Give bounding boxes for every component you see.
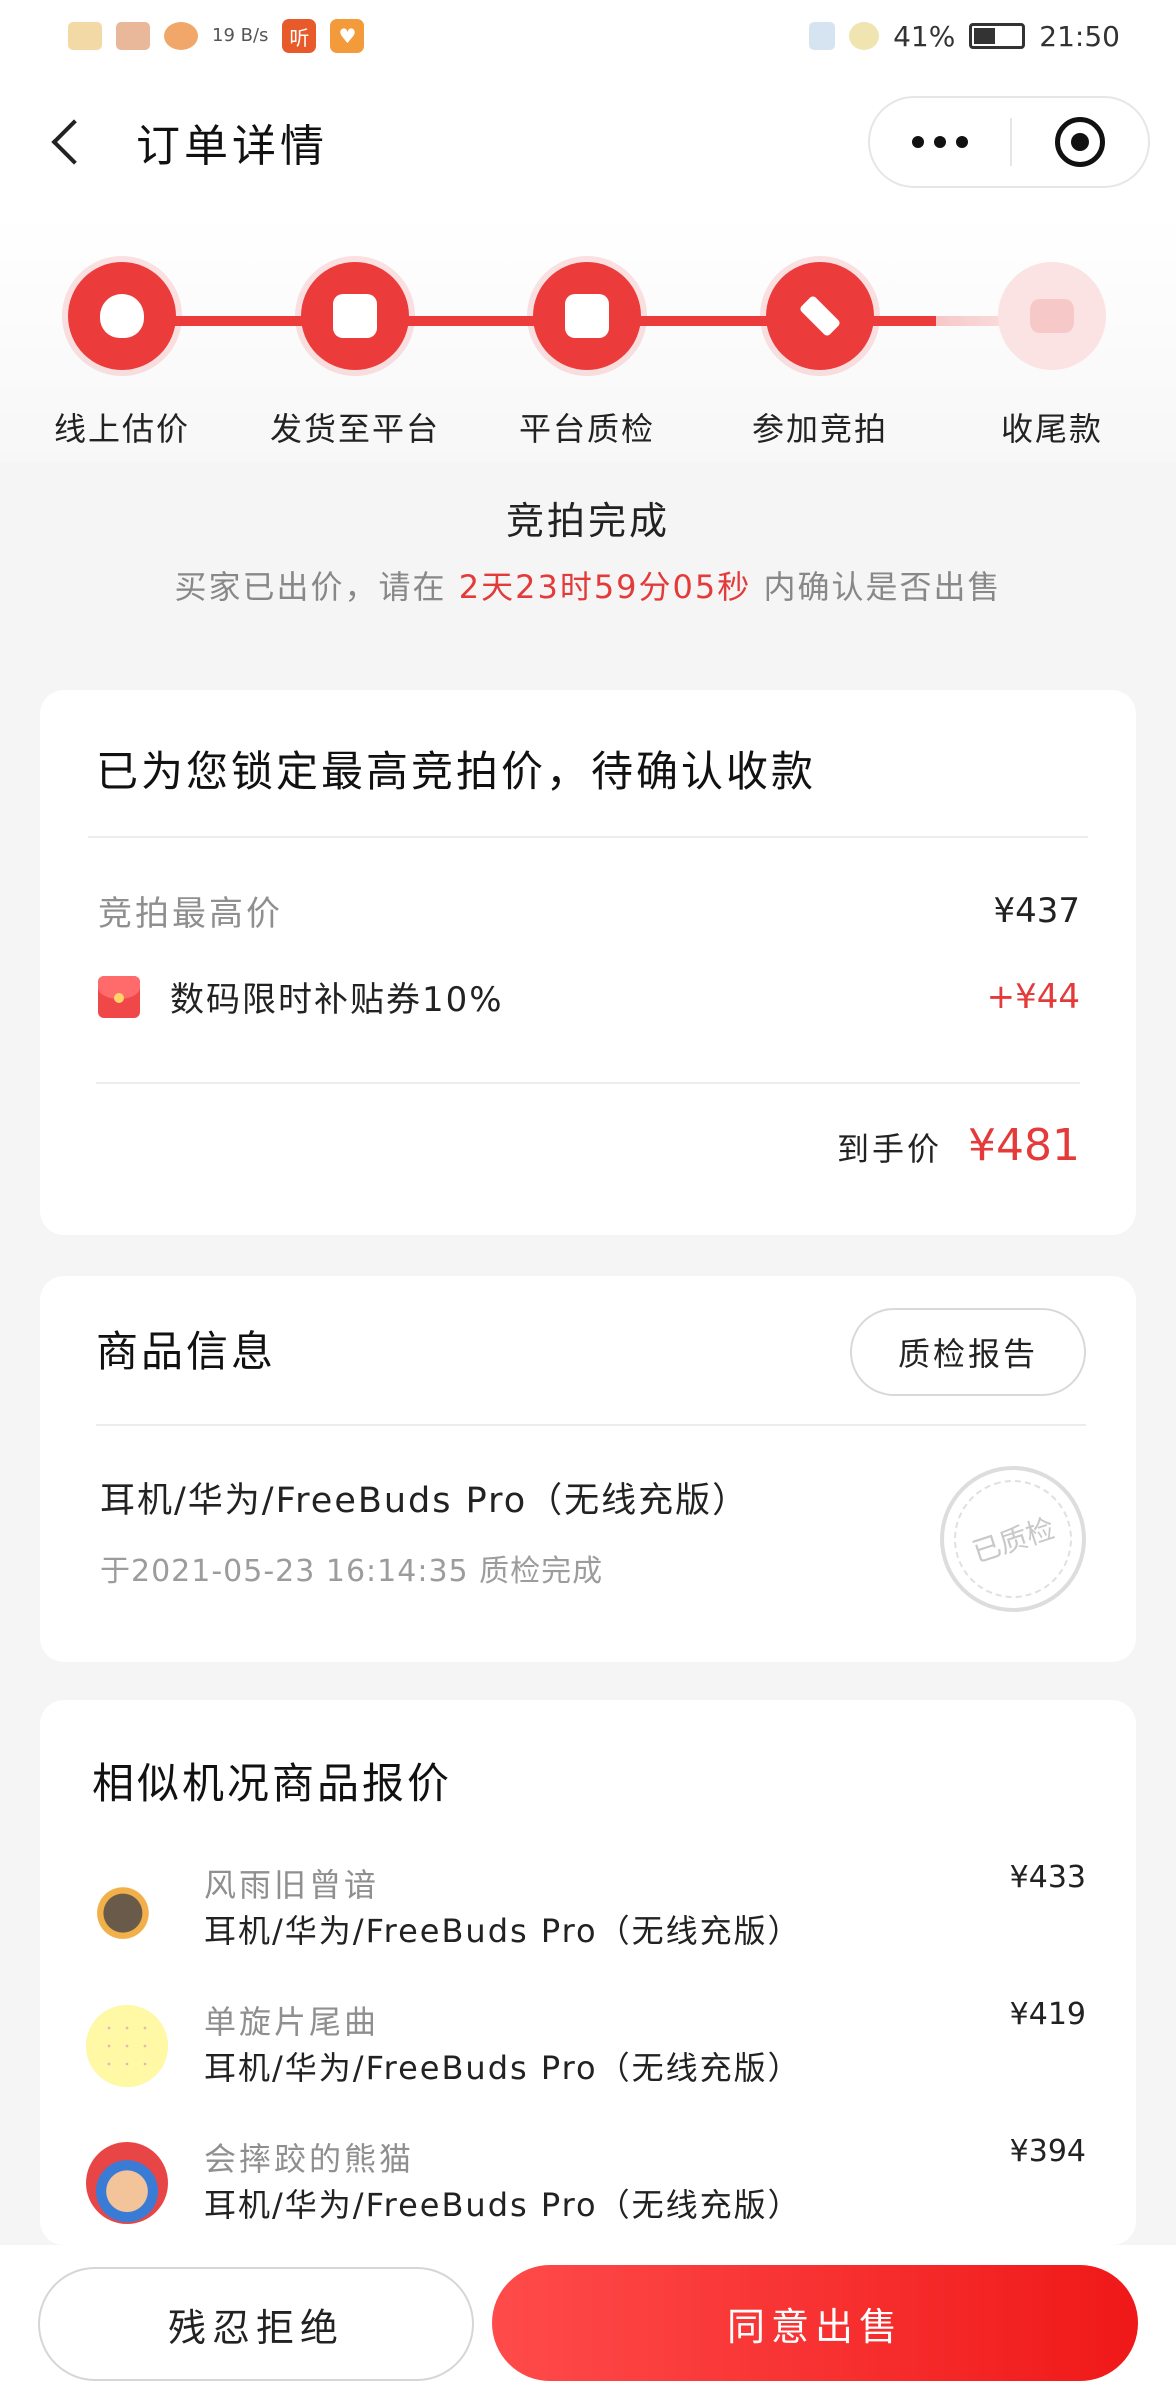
avatar [86, 1868, 168, 1950]
quote-user: 单旋片尾曲 [204, 2003, 380, 2041]
step-platform-inspection: 平台质检 [497, 262, 677, 450]
list-item: 风雨旧曾谙 耳机/华为/FreeBuds Pro（无线充版） ¥433 [86, 1860, 1086, 1970]
coupon-value: +¥44 [986, 976, 1080, 1017]
divider [96, 1424, 1086, 1426]
coupon-label: 数码限时补贴券10% [170, 980, 504, 1020]
auction-hammer-icon [766, 262, 874, 370]
money-bag-icon [68, 262, 176, 370]
accept-sale-button[interactable]: 同意出售 [492, 2265, 1138, 2381]
desc-prefix: 买家已出价，请在 [174, 568, 447, 606]
nav-bar: 订单详情 [0, 72, 1176, 212]
sim-icon [809, 22, 836, 50]
quote-price: ¥433 [1009, 1860, 1086, 1895]
battery-icon [969, 23, 1026, 49]
quote-user: 会摔跤的熊猫 [204, 2140, 415, 2178]
step-label: 平台质检 [518, 410, 655, 448]
avatar [86, 2142, 168, 2224]
house-icon [116, 22, 150, 50]
inspection-report-button[interactable]: 质检报告 [850, 1308, 1086, 1396]
highest-bid-label: 竞拍最高价 [98, 894, 283, 934]
similar-quotes-card: 相似机况商品报价 风雨旧曾谙 耳机/华为/FreeBuds Pro（无线充版） … [40, 1700, 1136, 2245]
page-title: 订单详情 [136, 121, 328, 172]
step-label: 线上估价 [53, 410, 190, 448]
avatar [86, 2005, 168, 2087]
order-progress: 线上估价 发货至平台 平台质检 参加竞拍 收尾款 [0, 212, 1176, 462]
step-label: 收尾款 [1000, 410, 1103, 448]
step-ship-to-platform: 发货至平台 [265, 262, 445, 450]
clock: 21:50 [1039, 19, 1120, 53]
back-arrow-icon[interactable] [40, 112, 100, 172]
target-circle-icon [1055, 117, 1105, 167]
signal-icon [849, 22, 880, 50]
coupon-row: 数码限时补贴券10% +¥44 [98, 972, 1080, 1021]
product-name: 耳机/华为/FreeBuds Pro（无线充版） [100, 1481, 750, 1521]
red-envelope-icon [98, 975, 140, 1018]
quote-product: 耳机/华为/FreeBuds Pro（无线充版） [204, 1912, 802, 1950]
status-left: 19 B/s 听 ♥ [68, 19, 365, 53]
step-label: 参加竞拍 [751, 410, 888, 448]
price-card-title: 已为您锁定最高竞拍价，待确认收款 [96, 747, 817, 796]
final-price-label: 到手价 [837, 1130, 943, 1168]
shipping-box-icon [301, 262, 409, 370]
highest-bid-row: 竞拍最高价 ¥437 [98, 886, 1080, 935]
wallet-icon [998, 262, 1106, 370]
step-label: 发货至平台 [269, 410, 440, 448]
step-final-payment: 收尾款 [962, 262, 1142, 450]
health-app-icon: ♥ [330, 19, 365, 53]
divider [88, 836, 1088, 838]
product-card: 商品信息 质检报告 耳机/华为/FreeBuds Pro（无线充版） 于2021… [40, 1276, 1136, 1662]
quote-product: 耳机/华为/FreeBuds Pro（无线充版） [204, 2049, 802, 2087]
bottom-action-bar: 残忍拒绝 同意出售 [0, 2245, 1176, 2400]
mini-program-capsule [868, 96, 1150, 188]
desc-suffix: 内确认是否出售 [763, 568, 1002, 606]
reject-button[interactable]: 残忍拒绝 [38, 2267, 474, 2381]
countdown-timer: 2天23时59分05秒 [458, 568, 752, 606]
divider [96, 1082, 1080, 1084]
similar-quotes-title: 相似机况商品报价 [92, 1759, 453, 1808]
notification-icon [68, 22, 102, 50]
price-card: 已为您锁定最高竞拍价，待确认收款 竞拍最高价 ¥437 数码限时补贴券10% +… [40, 690, 1136, 1235]
net-speed: 19 B/s [212, 25, 269, 46]
dot-icon [934, 136, 946, 148]
quote-product: 耳机/华为/FreeBuds Pro（无线充版） [204, 2186, 802, 2224]
auction-status-title: 竞拍完成 [505, 499, 670, 543]
product-card-title: 商品信息 [96, 1327, 277, 1376]
list-item: 单旋片尾曲 耳机/华为/FreeBuds Pro（无线充版） ¥419 [86, 1997, 1086, 2107]
listen-app-icon: 听 [282, 19, 317, 53]
highest-bid-value: ¥437 [993, 890, 1080, 931]
step-join-auction: 参加竞拍 [730, 262, 910, 450]
inspection-time: 于2021-05-23 16:14:35 质检完成 [100, 1554, 604, 1589]
step-online-estimate: 线上估价 [32, 262, 212, 450]
final-price-value: ¥481 [968, 1120, 1080, 1171]
quote-price: ¥419 [1009, 1997, 1086, 2032]
status-bar: 19 B/s 听 ♥ 41% 21:50 [0, 0, 1176, 72]
final-price-row: 到手价 ¥481 [837, 1120, 1080, 1171]
inspected-stamp: 已质检 [938, 1464, 1088, 1614]
auction-status-desc: 买家已出价，请在 2天23时59分05秒 内确认是否出售 [0, 562, 1176, 608]
battery-percent: 41% [893, 19, 956, 53]
list-item: 会摔跤的熊猫 耳机/华为/FreeBuds Pro（无线充版） ¥394 [86, 2134, 1086, 2244]
status-right: 41% 21:50 [809, 20, 1120, 53]
dot-icon [912, 136, 924, 148]
dot-icon [956, 136, 968, 148]
inspect-search-icon [533, 262, 641, 370]
close-mini-program-button[interactable] [1012, 117, 1148, 167]
wifi-hotspot-icon [164, 22, 198, 50]
more-menu-button[interactable] [870, 98, 1010, 186]
quote-user: 风雨旧曾谙 [204, 1866, 380, 1904]
stamp-text: 已质检 [938, 1464, 1088, 1614]
quote-price: ¥394 [1009, 2134, 1086, 2169]
